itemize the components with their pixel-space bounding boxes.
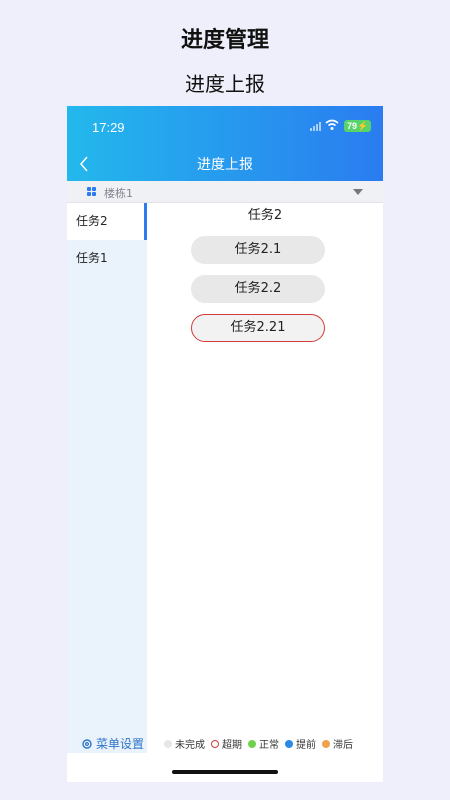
menu-settings-button[interactable]: 菜单设置 xyxy=(81,735,144,752)
app-header: 17:29 79⚡ 进度上报 xyxy=(67,106,383,181)
task-button-2-1[interactable]: 任务2.1 xyxy=(191,236,325,264)
legend-dot-normal xyxy=(248,739,256,748)
task-sidebar: 任务2 任务1 xyxy=(67,203,147,753)
battery-badge: 79⚡ xyxy=(344,120,372,132)
legend-dot-incomplete xyxy=(164,739,172,748)
legend-item-incomplete: 未完成 xyxy=(164,736,205,751)
legend-dot-behind xyxy=(322,739,330,748)
legend-dot-ahead xyxy=(285,739,293,748)
legend-label: 滞后 xyxy=(333,740,353,751)
building-label: 楼栋1 xyxy=(104,187,133,200)
sidebar-item-task1[interactable]: 任务1 xyxy=(67,240,147,277)
legend-item-behind: 滞后 xyxy=(322,736,353,751)
status-legend: 未完成 超期 正常 提前 滞后 xyxy=(164,736,359,751)
wifi-icon xyxy=(325,119,339,130)
task-button-2-21[interactable]: 任务2.21 xyxy=(191,314,325,342)
legend-item-overdue: 超期 xyxy=(211,736,242,751)
page-title: 进度管理 xyxy=(180,28,269,53)
home-indicator xyxy=(172,770,278,774)
menu-settings-label: 菜单设置 xyxy=(96,737,145,751)
building-selector[interactable]: 楼栋1 xyxy=(67,181,383,203)
phone-screen: 17:29 79⚡ 进度上报 楼栋1 任务2 任务1 任务2 任务2.1 任务2 xyxy=(67,106,383,782)
legend-item-normal: 正常 xyxy=(248,736,279,751)
nav-title: 进度上报 xyxy=(197,157,253,173)
legend-label: 超期 xyxy=(222,740,242,751)
signal-icon xyxy=(310,122,322,131)
task-button-2-2[interactable]: 任务2.2 xyxy=(191,275,325,303)
gear-icon xyxy=(82,738,92,749)
grid-icon xyxy=(87,187,96,196)
legend-label: 未完成 xyxy=(175,740,205,751)
content-title: 任务2 xyxy=(247,208,283,223)
legend-label: 正常 xyxy=(259,740,279,751)
dropdown-arrow-icon[interactable] xyxy=(353,189,363,195)
sidebar-item-task2[interactable]: 任务2 xyxy=(67,203,147,240)
page-subtitle: 进度上报 xyxy=(185,72,265,96)
legend-item-ahead: 提前 xyxy=(285,736,316,751)
legend-dot-overdue xyxy=(211,739,219,748)
status-time: 17:29 xyxy=(92,120,125,135)
legend-label: 提前 xyxy=(296,740,316,751)
